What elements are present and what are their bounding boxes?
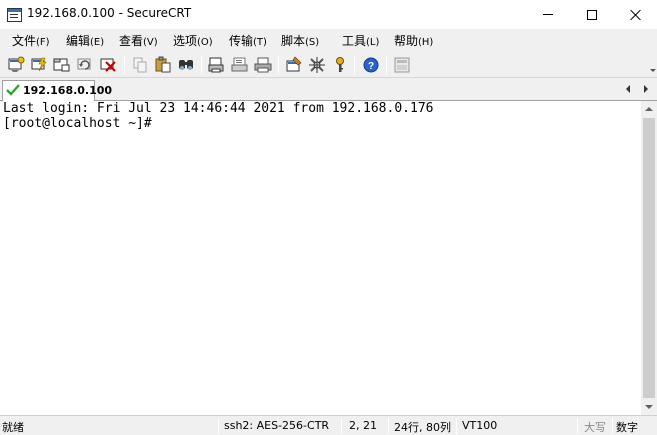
terminal-prompt: [root@localhost ~]# bbox=[3, 116, 152, 131]
close-icon bbox=[630, 9, 642, 21]
menu-view-accelerator: (V) bbox=[143, 37, 158, 48]
status-emulation: VT100 bbox=[462, 419, 498, 432]
status-terminal-size: 24行, 80列 bbox=[394, 421, 451, 434]
menu-transfer-label: 传输 bbox=[229, 34, 254, 48]
chevron-left-icon bbox=[626, 85, 630, 93]
menu-view[interactable]: 查看(V) bbox=[119, 32, 158, 49]
chevron-right-icon bbox=[644, 85, 648, 93]
connected-check-icon bbox=[6, 84, 20, 96]
session-tab-label: 192.168.0.100 bbox=[23, 84, 113, 97]
menu-help-label: 帮助 bbox=[394, 34, 419, 48]
status-divider bbox=[388, 418, 389, 434]
menu-bar: 文件(F) 编辑(E) 查看(V) 选项(O) 传输(T) 脚本(S) 工具(L… bbox=[0, 29, 657, 52]
menu-options[interactable]: 选项(O) bbox=[173, 32, 213, 49]
tab-scroll-right-button[interactable] bbox=[644, 83, 654, 95]
menu-tools[interactable]: 工具(L) bbox=[342, 32, 379, 49]
status-divider bbox=[218, 418, 219, 434]
maximize-icon bbox=[587, 9, 597, 20]
menu-tools-label: 工具 bbox=[342, 34, 367, 48]
svg-text:?: ? bbox=[368, 61, 374, 72]
chevron-up-icon bbox=[645, 107, 653, 111]
session-tab[interactable]: 192.168.0.100 bbox=[2, 80, 112, 101]
sftp-icon[interactable] bbox=[393, 56, 411, 74]
menu-file[interactable]: 文件(F) bbox=[12, 32, 50, 49]
menu-script-accelerator: (S) bbox=[305, 37, 320, 48]
help-icon[interactable]: ? bbox=[362, 56, 380, 74]
menu-view-label: 查看 bbox=[119, 34, 144, 48]
terminal-cursor bbox=[152, 115, 160, 129]
terminal-scrollbar[interactable] bbox=[641, 101, 657, 415]
title-bar: 192.168.0.100 - SecureCRT bbox=[0, 0, 657, 29]
status-cursor-position: 2, 21 bbox=[349, 419, 377, 432]
menu-options-label: 选项 bbox=[173, 34, 198, 48]
toolbar-separator bbox=[124, 56, 125, 74]
terminal-prompt-line: [root@localhost ~]# bbox=[3, 115, 160, 132]
maximize-button[interactable] bbox=[569, 0, 615, 29]
status-divider bbox=[577, 418, 578, 434]
toolbar-separator bbox=[278, 56, 279, 74]
menu-file-accelerator: (F) bbox=[36, 37, 50, 48]
securecrt-app-icon[interactable] bbox=[7, 8, 22, 22]
print-selection-icon[interactable] bbox=[231, 56, 249, 74]
global-options-icon[interactable] bbox=[308, 56, 326, 74]
menu-help[interactable]: 帮助(H) bbox=[394, 32, 433, 49]
status-ready: 就绪 bbox=[2, 421, 24, 434]
copy-icon[interactable] bbox=[131, 56, 149, 74]
window-title: 192.168.0.100 - SecureCRT bbox=[27, 6, 192, 20]
minimize-icon bbox=[543, 14, 553, 15]
find-icon[interactable] bbox=[177, 56, 195, 74]
menu-transfer-accelerator: (T) bbox=[253, 37, 267, 48]
tab-scroll-left-button[interactable] bbox=[626, 83, 636, 95]
status-caps-lock: 大写 bbox=[584, 421, 606, 434]
terminal-view[interactable]: Last login: Fri Jul 23 14:46:44 2021 fro… bbox=[0, 101, 641, 415]
connect-icon[interactable] bbox=[7, 56, 25, 74]
paste-icon[interactable] bbox=[154, 56, 172, 74]
menu-transfer[interactable]: 传输(T) bbox=[229, 32, 267, 49]
session-options-icon[interactable] bbox=[285, 56, 303, 74]
menu-options-accelerator: (O) bbox=[197, 37, 213, 48]
reconnect-icon[interactable] bbox=[76, 56, 94, 74]
close-button[interactable] bbox=[613, 0, 657, 29]
connect-in-tab-icon[interactable] bbox=[53, 56, 71, 74]
menu-edit-label: 编辑 bbox=[66, 34, 91, 48]
minimize-button[interactable] bbox=[525, 0, 571, 29]
menu-edit[interactable]: 编辑(E) bbox=[66, 32, 104, 49]
disconnect-icon[interactable] bbox=[99, 56, 117, 74]
session-tab-bar: 192.168.0.100 bbox=[0, 78, 657, 101]
status-num-lock: 数字 bbox=[616, 421, 638, 434]
toolbar-separator bbox=[201, 56, 202, 74]
print-screen-icon[interactable] bbox=[208, 56, 226, 74]
status-divider bbox=[456, 418, 457, 434]
menu-help-accelerator: (H) bbox=[418, 37, 434, 48]
menu-script[interactable]: 脚本(S) bbox=[281, 32, 319, 49]
status-divider bbox=[612, 418, 613, 434]
scroll-down-button[interactable] bbox=[641, 399, 657, 415]
toolbar: ? bbox=[0, 52, 657, 78]
status-bar: 就绪 ssh2: AES-256-CTR 2, 21 24行, 80列 VT10… bbox=[0, 415, 657, 435]
menu-tools-accelerator: (L) bbox=[366, 37, 380, 48]
toolbar-separator bbox=[386, 56, 387, 74]
toolbar-separator bbox=[354, 56, 355, 74]
quick-connect-icon[interactable] bbox=[30, 56, 48, 74]
scroll-up-button[interactable] bbox=[641, 101, 657, 117]
menu-script-label: 脚本 bbox=[281, 34, 306, 48]
menu-edit-accelerator: (E) bbox=[90, 37, 105, 48]
menu-file-label: 文件 bbox=[12, 34, 37, 48]
print-icon[interactable] bbox=[254, 56, 272, 74]
toolbar-overflow-icon[interactable] bbox=[650, 58, 656, 72]
status-protocol: ssh2: AES-256-CTR bbox=[224, 419, 330, 432]
status-divider bbox=[341, 418, 342, 434]
chevron-down-icon bbox=[645, 405, 653, 409]
keymap-icon[interactable] bbox=[331, 56, 349, 74]
scrollbar-thumb[interactable] bbox=[643, 118, 655, 398]
